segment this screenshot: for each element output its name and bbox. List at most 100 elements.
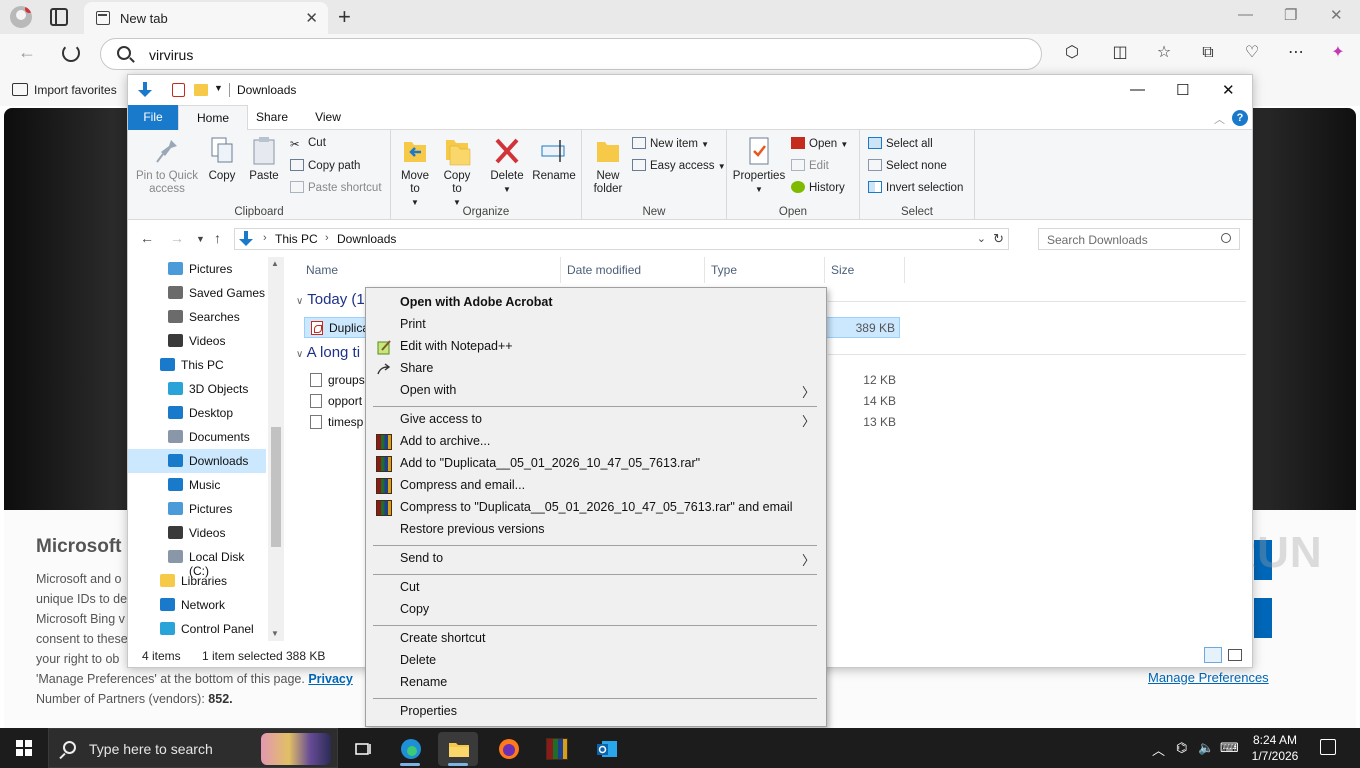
select-all-button[interactable]: Select all [868,137,933,150]
pin-quick-access-button[interactable]: Pin to Quick access [134,136,200,196]
sidebar-item[interactable]: Control Panel [128,617,266,641]
menu-rename[interactable]: Rename [369,672,823,694]
scroll-down-icon[interactable]: ▼ [271,629,279,638]
menu-delete[interactable]: Delete [369,650,823,672]
edge-taskbar-button[interactable] [390,732,430,766]
details-view-icon[interactable] [1204,647,1222,663]
menu-give-access[interactable]: Give access to 〉 [369,409,823,431]
sidebar-item[interactable]: Saved Games [128,281,266,305]
properties-button[interactable]: Properties ▼ [731,136,787,196]
winrar-taskbar-button[interactable] [536,732,576,766]
menu-edit-notepad[interactable]: Edit with Notepad++ [369,336,823,358]
search-downloads-input[interactable]: Search Downloads [1038,228,1240,250]
collapse-ribbon-icon[interactable]: ︿ [1214,111,1225,127]
new-folder-icon[interactable] [194,84,208,96]
favorites-icon[interactable]: ☆ [1154,43,1174,63]
tab-home[interactable]: Home [178,105,248,130]
address-text[interactable]: virvirus [149,47,193,63]
task-view-button[interactable] [342,732,382,766]
restore-icon[interactable]: ❐ [1284,6,1297,24]
language-tray-icon[interactable]: ⌨ [1220,740,1239,756]
sidebar-item[interactable]: Searches [128,305,266,329]
menu-create-shortcut[interactable]: Create shortcut [369,628,823,650]
address-bar[interactable]: virvirus [100,38,1042,70]
new-item-button[interactable]: New item ▼ [632,137,709,150]
delete-button[interactable]: Delete ▼ [487,136,527,196]
column-size[interactable]: Size [831,263,854,277]
recent-locations-icon[interactable]: ▼ [196,234,205,244]
group-long-ago[interactable]: ∨ A long ti [296,344,360,361]
properties-check-icon[interactable] [172,83,185,97]
menu-compress-to-rar-email[interactable]: Compress to "Duplicata__05_01_2026_10_47… [369,497,823,519]
taskbar-search-box[interactable]: Type here to search [48,728,338,768]
invert-selection-button[interactable]: Invert selection [868,181,963,194]
explorer-forward-icon[interactable]: → [170,230,184,246]
sidebar-item[interactable]: Downloads [128,449,266,473]
sidebar-item[interactable]: Music [128,473,266,497]
close-tab-icon[interactable]: ✕ [305,9,318,27]
scroll-up-icon[interactable]: ▲ [271,259,279,268]
copy-to-button[interactable]: Copy to ▼ [439,136,475,209]
menu-restore-previous[interactable]: Restore previous versions [369,519,823,541]
menu-properties[interactable]: Properties [369,701,823,723]
nav-scrollbar[interactable]: ▲ ▼ [268,257,284,641]
breadcrumb-downloads[interactable]: Downloads [337,232,396,246]
collapse-chevron-icon[interactable]: ∨ [296,296,303,307]
copy-button[interactable]: Copy [204,136,240,183]
privacy-link[interactable]: Privacy [308,672,352,686]
sidebar-item[interactable]: This PC [128,353,266,377]
manage-preferences-link[interactable]: Manage Preferences [1148,670,1269,685]
file-explorer-taskbar-button[interactable] [438,732,478,766]
column-name[interactable]: Name [306,263,338,277]
refresh-icon[interactable]: ↻ [993,231,1004,247]
large-icons-view-icon[interactable] [1228,649,1242,661]
browser-essentials-icon[interactable]: ♡ [1242,43,1262,63]
sidebar-item[interactable]: Videos [128,521,266,545]
paste-shortcut-button[interactable]: Paste shortcut [290,181,382,194]
firefox-taskbar-button[interactable] [488,732,528,766]
edit-button[interactable]: Edit [791,159,829,172]
browser-tab[interactable]: New tab ✕ [84,2,328,34]
sidebar-item[interactable]: Local Disk (C:) [128,545,266,578]
paste-button[interactable]: Paste [244,136,284,183]
close-window-icon[interactable]: ✕ [1330,6,1343,24]
menu-add-to-archive[interactable]: Add to archive... [369,431,823,453]
new-folder-button[interactable]: New folder [588,136,628,196]
rename-button[interactable]: Rename [531,136,577,183]
menu-open-with-acrobat[interactable]: Open with Adobe Acrobat [369,292,823,314]
network-tray-icon[interactable]: ⌬ [1176,740,1187,756]
breadcrumb-this-pc[interactable]: This PC [275,232,318,246]
move-to-button[interactable]: Move to ▼ [397,136,433,209]
reject-button[interactable] [1254,598,1272,638]
sidebar-item[interactable]: Documents [128,425,266,449]
reload-icon[interactable] [62,44,80,62]
split-screen-icon[interactable]: ◫ [1110,43,1130,63]
minimize-icon[interactable]: — [1238,6,1253,23]
sidebar-item[interactable]: Pictures [128,497,266,521]
tab-share[interactable]: Share [252,105,292,130]
menu-add-to-rar[interactable]: Add to "Duplicata__05_01_2026_10_47_05_7… [369,453,823,475]
customize-qat-icon[interactable]: ▼ [214,83,223,93]
menu-print[interactable]: Print [369,314,823,336]
explorer-close-icon[interactable]: ✕ [1222,81,1235,99]
sidebar-item[interactable]: Network [128,593,266,617]
copy-path-button[interactable]: Copy path [290,159,360,172]
more-icon[interactable]: ⋯ [1286,43,1306,63]
menu-send-to[interactable]: Send to 〉 [369,548,823,570]
explorer-maximize-icon[interactable]: ☐ [1176,81,1189,99]
volume-tray-icon[interactable]: 🔈 [1198,740,1214,756]
sidebar-item[interactable]: Videos [128,329,266,353]
profile-avatar-icon[interactable] [10,6,32,28]
scroll-thumb[interactable] [271,427,281,547]
extensions-icon[interactable]: ⬡ [1062,43,1082,63]
select-none-button[interactable]: Select none [868,159,947,172]
menu-open-with[interactable]: Open with 〉 [369,380,823,402]
taskbar-clock[interactable]: 8:24 AM 1/7/2026 [1240,732,1310,764]
menu-cut[interactable]: Cut [369,577,823,599]
tab-view[interactable]: View [308,105,348,130]
cut-button[interactable]: ✂ Cut [290,137,326,151]
tab-actions-icon[interactable] [50,8,68,26]
help-icon[interactable]: ? [1232,110,1248,126]
easy-access-button[interactable]: Easy access ▼ [632,159,726,172]
outlook-taskbar-button[interactable] [586,732,626,766]
